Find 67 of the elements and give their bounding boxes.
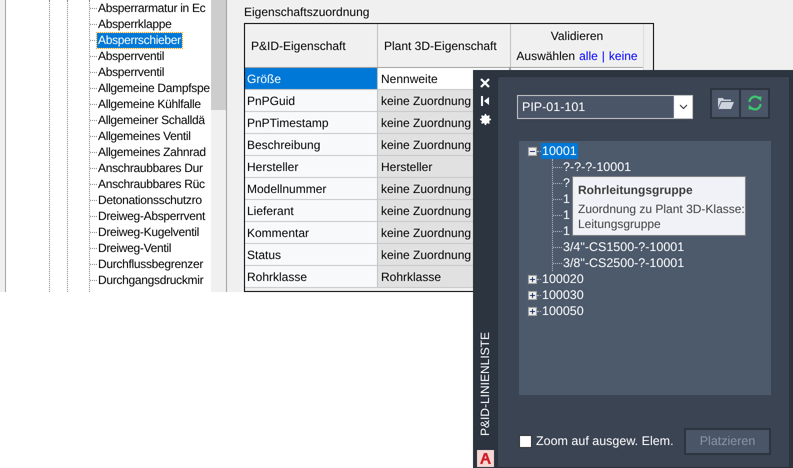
drawing-dropdown[interactable]: PIP-01-101 [517,95,693,119]
chevron-down-icon [678,104,688,110]
tree-item[interactable]: Allgemeine Dampfspe [97,80,211,96]
tree-item[interactable]: Durchflussbegrenzer [97,256,204,272]
tree-item[interactable]: 10001 [541,143,578,159]
tree-item[interactable]: ? [562,175,571,191]
refresh-icon [746,95,762,111]
tree-item[interactable]: 3/8"-CS2500-?-10001 [562,255,686,271]
tree-item[interactable]: Dreiweg-Ventil [97,240,172,256]
tree-item[interactable]: Allgemeines Ventil [97,128,192,144]
column-header: Validieren [550,28,604,44]
table-cell[interactable]: Beschreibung [245,134,378,155]
tree-item[interactable]: 100050 [541,303,585,319]
table-cell[interactable]: Rohrklasse [245,266,378,287]
table-cell[interactable]: Hersteller [245,156,378,177]
table-cell[interactable]: Kommentar [245,222,378,243]
tree-item[interactable]: Absperrventil [97,64,166,80]
open-folder-button[interactable] [712,90,739,116]
table-cell[interactable]: Status [245,244,378,265]
tree-item[interactable]: Absperrventil [97,48,166,64]
tooltip-text: Leitungsgruppe [578,217,662,232]
table-cell[interactable]: Lieferant [245,200,378,221]
expand-icon[interactable] [528,274,537,284]
tree-item[interactable]: ?-?-?-10001 [562,159,632,175]
tree-item[interactable]: Dreiweg-Kugelventil [97,224,200,240]
tree-item[interactable]: Durchgangsdruckmir [97,272,204,288]
select-none-link[interactable]: keine [608,46,638,64]
app-icon[interactable] [476,450,494,467]
table-cell[interactable]: Modellnummer [245,178,378,199]
tree-item[interactable]: 1 [562,223,571,239]
tree-item[interactable]: 100030 [541,287,585,303]
tree-item[interactable]: Dreiweg-Absperrvent [97,208,206,224]
tree-item[interactable]: Absperrschieber [97,32,182,48]
folder-icon [718,97,734,109]
tree-item[interactable]: 1 [562,191,571,207]
tree-item[interactable]: 100020 [541,271,585,287]
tree-item[interactable]: Anschraubbares Dur [97,160,204,176]
tree-item[interactable]: 1 [562,207,571,223]
collapse-icon[interactable] [528,146,537,156]
table-cell[interactable]: Größe [245,68,378,89]
scrollbar[interactable] [210,0,226,292]
tree-item[interactable]: 3/4"-CS1500-?-10001 [562,239,686,255]
refresh-button[interactable] [741,90,768,116]
settings-icon[interactable] [480,114,490,125]
table-cell[interactable]: PnPTimestamp [245,112,378,133]
tooltip-title: Rohrleitungsgruppe [578,182,694,198]
close-icon[interactable] [480,78,490,88]
column-header[interactable]: P&ID-Eigenschaft [245,24,378,67]
tree-item[interactable]: Anschraubbares Rüc [97,176,206,192]
expand-icon[interactable] [528,306,537,316]
tree-item[interactable]: Absperrklappe [97,16,172,32]
palette-title: P&ID-LINIENLISTE [477,332,493,436]
separator: | [602,48,605,64]
tree-item[interactable]: Allgemeine Kühlfalle [97,96,202,112]
column-header[interactable]: Plant 3D-Eigenschaft [378,24,511,67]
select-label: Auswählen [516,48,576,64]
select-all-link[interactable]: alle [579,46,598,64]
table-cell[interactable]: PnPGuid [245,90,378,111]
zoom-checkbox[interactable] [519,435,532,448]
tree-item[interactable]: Absperrarmatur in Ec [97,0,206,16]
expand-icon[interactable] [528,290,537,300]
tree-item[interactable]: Detonationsschutzro [97,192,203,208]
checkbox-label: Zoom auf ausgew. Elem. [536,433,674,450]
group-title: Eigenschaftszuordnung [244,4,370,21]
tree-item[interactable]: Allgemeines Zahnrad [97,144,207,160]
pin-icon[interactable] [481,96,489,106]
tree-item[interactable]: Allgemeiner Schalldä [97,112,206,128]
